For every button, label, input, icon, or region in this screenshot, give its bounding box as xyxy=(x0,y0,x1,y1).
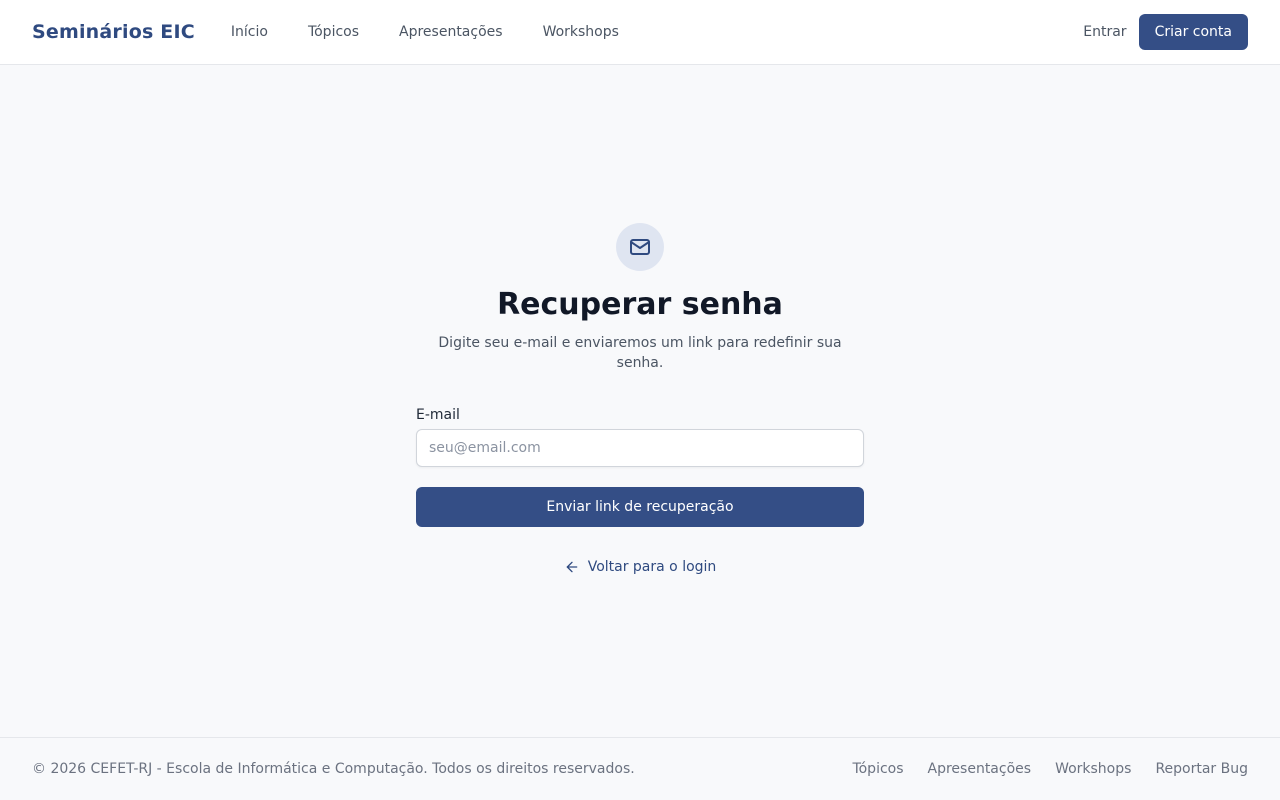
page-title: Recuperar senha xyxy=(497,287,783,322)
nav-item-topicos[interactable]: Tópicos xyxy=(308,24,359,40)
back-to-login-link[interactable]: Voltar para o login xyxy=(564,559,717,575)
copyright-text: © 2026 CEFET-RJ - Escola de Informática … xyxy=(32,761,635,777)
footer-link-topicos[interactable]: Tópicos xyxy=(852,761,903,777)
arrow-left-icon xyxy=(566,561,578,573)
main-content: Recuperar senha Digite seu e-mail e envi… xyxy=(0,65,1280,737)
send-recovery-link-button[interactable]: Enviar link de recuperação xyxy=(416,487,864,527)
back-to-login-label: Voltar para o login xyxy=(587,559,717,575)
nav-item-inicio[interactable]: Início xyxy=(231,24,268,40)
email-field-group: E-mail xyxy=(416,407,864,467)
nav-item-workshops[interactable]: Workshops xyxy=(543,24,619,40)
brand-logo-link[interactable]: Seminários EIC xyxy=(32,21,195,43)
email-input[interactable] xyxy=(416,429,864,467)
email-label: E-mail xyxy=(416,407,460,423)
login-link[interactable]: Entrar xyxy=(1083,24,1126,40)
main-nav: Início Tópicos Apresentações Workshops xyxy=(231,24,619,40)
nav-item-apresentacoes[interactable]: Apresentações xyxy=(399,24,503,40)
header-actions: Entrar Criar conta xyxy=(1083,14,1248,50)
password-recovery-form: Recuperar senha Digite seu e-mail e envi… xyxy=(416,223,864,575)
mail-icon-badge xyxy=(616,223,664,271)
page-subtitle: Digite seu e-mail e enviaremos um link p… xyxy=(438,335,842,371)
footer-link-reportar-bug[interactable]: Reportar Bug xyxy=(1155,761,1248,777)
footer-link-apresentacoes[interactable]: Apresentações xyxy=(928,761,1032,777)
footer-nav: Tópicos Apresentações Workshops Reportar… xyxy=(852,761,1248,777)
footer-link-workshops[interactable]: Workshops xyxy=(1055,761,1131,777)
page-footer: © 2026 CEFET-RJ - Escola de Informática … xyxy=(0,737,1280,800)
mail-icon xyxy=(630,239,650,255)
top-navbar: Seminários EIC Início Tópicos Apresentaç… xyxy=(0,0,1280,65)
signup-button[interactable]: Criar conta xyxy=(1138,14,1248,50)
